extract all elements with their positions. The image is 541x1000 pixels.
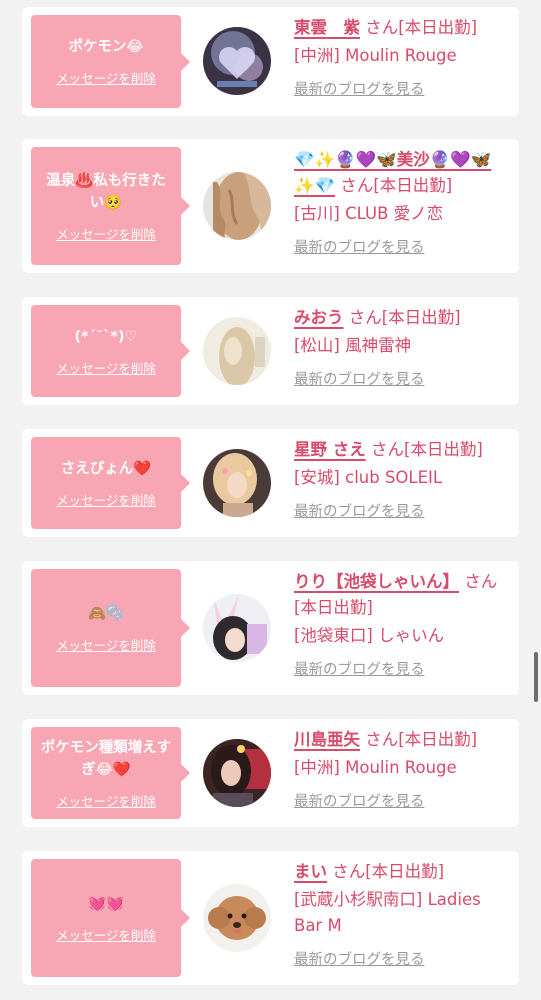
cast-info: 💎✨🔮💜🦋美沙🔮💜🦋✨💎 さん[本日出勤] [古川] CLUB 愛ノ恋 最新のブ… <box>294 147 507 261</box>
message-bubble: 温泉♨️私も行きたい🥺 メッセージを削除 <box>31 147 190 265</box>
message-bubble: 🙈🫧 メッセージを削除 <box>31 569 190 687</box>
shop-name: [武蔵小杉駅南口] Ladies Bar M <box>294 890 481 935</box>
avatar-wavy-hair-image <box>203 172 271 240</box>
cast-status: さん[本日出勤] <box>365 730 478 749</box>
avatar-poodle-image <box>203 884 271 952</box>
avatar-dark-hair-image <box>203 739 271 807</box>
delete-message-link[interactable]: メッセージを削除 <box>56 358 156 377</box>
message-text: ポケモン種類増えすぎ😂❤️ <box>40 739 172 778</box>
list-item: ポケモン種類増えすぎ😂❤️ メッセージを削除 川島亜矢 さん[本日出勤] [中洲… <box>22 719 519 827</box>
cast-info: りり【池袋しゃいん】 さん[本日出勤] [池袋東口] しゃいん 最新のブログを見… <box>294 569 507 683</box>
delete-message-link[interactable]: メッセージを削除 <box>56 68 156 87</box>
scrollbar[interactable] <box>534 652 538 702</box>
cast-info: 星野 さえ さん[本日出勤] [安城] club SOLEIL 最新のブログを見… <box>294 437 507 525</box>
cast-name-link[interactable]: 川島亜矢 <box>294 730 360 749</box>
avatar[interactable] <box>203 884 271 952</box>
avatar[interactable] <box>203 27 271 95</box>
message-text: 🙈🫧 <box>87 605 125 622</box>
latest-blog-link[interactable]: 最新のブログを見る <box>294 499 425 525</box>
latest-blog-link[interactable]: 最新のブログを見る <box>294 789 425 815</box>
shop-name: [池袋東口] しゃいん <box>294 626 445 645</box>
shop-name: [安城] club SOLEIL <box>294 468 443 487</box>
avatar-light-hair-image <box>203 317 271 385</box>
delete-message-link[interactable]: メッセージを削除 <box>56 925 156 944</box>
shop-name: [中洲] Moulin Rouge <box>294 46 457 65</box>
latest-blog-link[interactable]: 最新のブログを見る <box>294 77 425 103</box>
avatar[interactable] <box>203 317 271 385</box>
shop-name: [古川] CLUB 愛ノ恋 <box>294 204 444 223</box>
cast-status: さん[本日出勤] <box>340 176 453 195</box>
avatar[interactable] <box>203 594 271 662</box>
list-item: さえぴょん❤️ メッセージを削除 星野 さえ さん[本日出勤] [安城] clu… <box>22 429 519 537</box>
message-text: ポケモン😂 <box>68 39 144 55</box>
list-item: 💓💓 メッセージを削除 まい さん[本日出勤] [武蔵小杉駅南口] Ladies… <box>22 851 519 985</box>
list-item: 温泉♨️私も行きたい🥺 メッセージを削除 💎✨🔮💜🦋美沙🔮💜🦋✨💎 さん[本日出… <box>22 139 519 273</box>
avatar[interactable] <box>203 739 271 807</box>
cast-name-link[interactable]: りり【池袋しゃいん】 <box>294 572 459 591</box>
avatar[interactable] <box>203 172 271 240</box>
message-text: さえぴょん❤️ <box>60 460 152 477</box>
cast-status: さん[本日出勤] <box>365 18 478 37</box>
message-text: (*´˘`*)♡ <box>74 328 138 345</box>
message-text: 💓💓 <box>87 895 125 912</box>
cast-info: みおう さん[本日出勤] [松山] 風神雷神 最新のブログを見る <box>294 305 507 393</box>
message-bubble: ポケモン種類増えすぎ😂❤️ メッセージを削除 <box>31 727 190 819</box>
cast-info: 川島亜矢 さん[本日出勤] [中洲] Moulin Rouge 最新のブログを見… <box>294 727 507 815</box>
delete-message-link[interactable]: メッセージを削除 <box>56 224 156 243</box>
delete-message-link[interactable]: メッセージを削除 <box>56 635 156 654</box>
latest-blog-link[interactable]: 最新のブログを見る <box>294 657 425 683</box>
latest-blog-link[interactable]: 最新のブログを見る <box>294 235 425 261</box>
message-bubble: (*´˘`*)♡ メッセージを削除 <box>31 305 190 397</box>
cast-status: さん[本日出勤] <box>348 308 461 327</box>
cast-name-link[interactable]: みおう <box>294 308 344 327</box>
cast-name-link[interactable]: 東雲 紫 <box>294 18 360 37</box>
message-bubble: さえぴょん❤️ メッセージを削除 <box>31 437 190 529</box>
avatar-bunny-ears-image <box>203 594 271 662</box>
cast-info: 東雲 紫 さん[本日出勤] [中洲] Moulin Rouge 最新のブログを見… <box>294 15 507 103</box>
avatar-blonde-image <box>203 449 271 517</box>
list-item: (*´˘`*)♡ メッセージを削除 みおう さん[本日出勤] [松山] 風神雷神… <box>22 297 519 405</box>
shop-name: [松山] 風神雷神 <box>294 336 412 355</box>
delete-message-link[interactable]: メッセージを削除 <box>56 490 156 509</box>
latest-blog-link[interactable]: 最新のブログを見る <box>294 367 425 393</box>
message-text: 温泉♨️私も行きたい🥺 <box>46 172 166 211</box>
cast-name-link[interactable]: 星野 さえ <box>294 440 366 459</box>
avatar-heart-glow-image <box>203 27 271 95</box>
avatar[interactable] <box>203 449 271 517</box>
cast-status: さん[本日出勤] <box>371 440 483 459</box>
shop-name: [中洲] Moulin Rouge <box>294 758 457 777</box>
cast-status: さん[本日出勤] <box>332 862 445 881</box>
delete-message-link[interactable]: メッセージを削除 <box>56 791 156 810</box>
list-item: 🙈🫧 メッセージを削除 りり【池袋しゃいん】 さん[本日出勤] [池袋東口] し… <box>22 561 519 695</box>
latest-blog-link[interactable]: 最新のブログを見る <box>294 947 425 973</box>
list-item: ポケモン😂 メッセージを削除 東雲 紫 さん[本日出勤] [中洲] Moulin… <box>22 7 519 116</box>
cast-info: まい さん[本日出勤] [武蔵小杉駅南口] Ladies Bar M 最新のブロ… <box>294 859 507 973</box>
cast-name-link[interactable]: まい <box>294 862 327 881</box>
message-bubble: ポケモン😂 メッセージを削除 <box>31 15 190 108</box>
message-bubble: 💓💓 メッセージを削除 <box>31 859 190 977</box>
